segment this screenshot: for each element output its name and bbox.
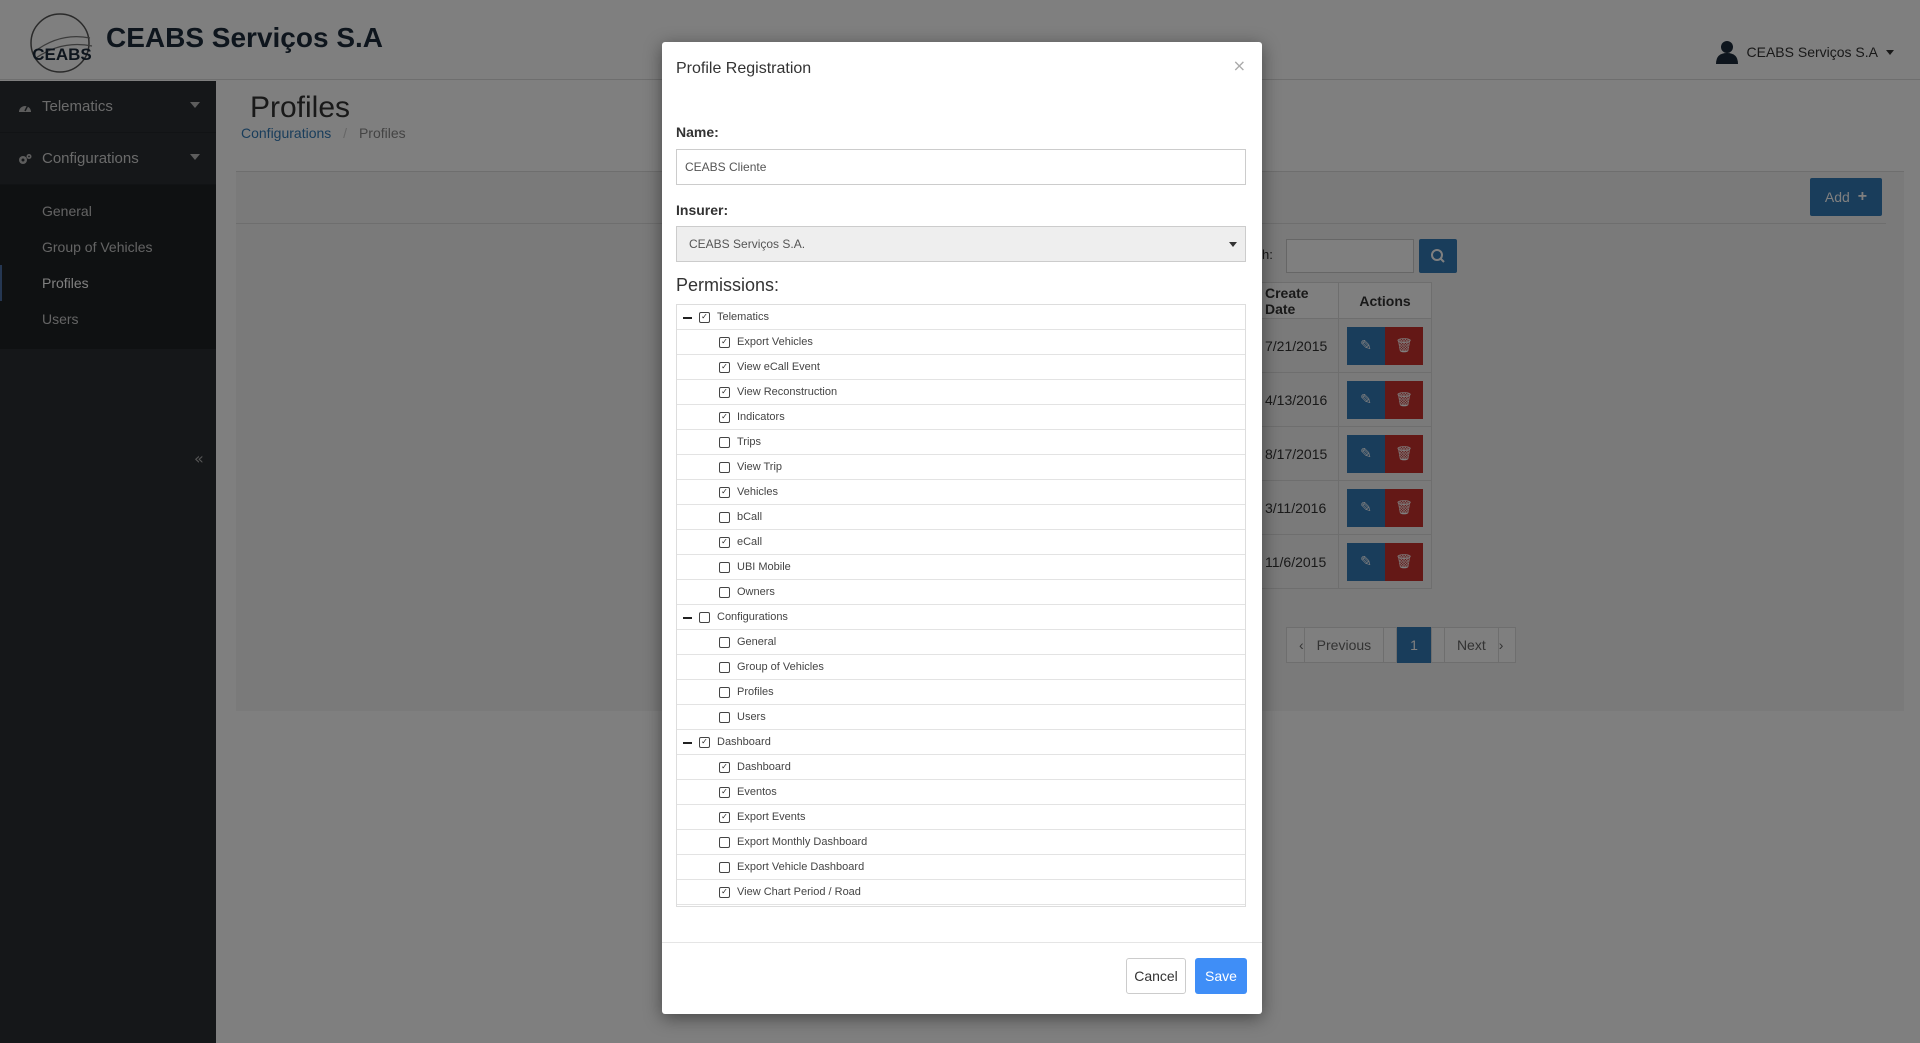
- permission-item-row: Profiles: [677, 680, 1245, 705]
- permission-item-row: ✓ Vehicles: [677, 480, 1245, 505]
- permission-label: Configurations: [717, 611, 788, 623]
- modal-footer-divider: [662, 942, 1262, 943]
- permission-label: Export Events: [737, 811, 806, 823]
- unchecked-checkbox[interactable]: [719, 586, 730, 598]
- permission-item-row: ✓ Dashboard: [677, 755, 1245, 780]
- checked-checkbox[interactable]: ✓: [699, 311, 710, 323]
- unchecked-checkbox[interactable]: [719, 511, 730, 523]
- unchecked-checkbox[interactable]: [719, 636, 730, 648]
- permission-label: bCall: [737, 511, 763, 523]
- checked-checkbox[interactable]: ✓: [719, 386, 730, 398]
- checked-checkbox[interactable]: ✓: [719, 486, 730, 498]
- permission-label: General: [737, 636, 777, 648]
- permission-item-row: ✓ eCall: [677, 530, 1245, 555]
- permission-label: eCall: [737, 536, 763, 548]
- unchecked-checkbox[interactable]: [719, 711, 730, 723]
- checked-checkbox[interactable]: ✓: [719, 411, 730, 423]
- permission-label: View Trip: [737, 461, 783, 473]
- profile-registration-modal: Profile Registration × Name: CEABS Clien…: [662, 42, 1262, 1014]
- permission-label: Vehicles: [737, 486, 778, 498]
- permission-item-row: ✓ View Reconstruction: [677, 380, 1245, 405]
- save-button[interactable]: Save: [1195, 958, 1247, 994]
- close-icon[interactable]: ×: [1233, 56, 1246, 75]
- permission-label: Owners: [737, 586, 775, 598]
- checked-checkbox[interactable]: ✓: [719, 786, 730, 798]
- unchecked-checkbox[interactable]: [719, 436, 730, 448]
- checked-checkbox[interactable]: ✓: [719, 336, 730, 348]
- permission-item-row: ✓ Eventos: [677, 780, 1245, 805]
- permission-label: Trips: [737, 436, 762, 448]
- permission-item-row: ✓ View eCall Event: [677, 355, 1245, 380]
- permission-group-row: ✓ Telematics: [677, 305, 1245, 330]
- permission-group-row: ✓ Dashboard: [677, 730, 1245, 755]
- permission-label: Telematics: [717, 311, 769, 323]
- permission-item-row: Group of Vehicles: [677, 655, 1245, 680]
- permission-label: Export Vehicles: [737, 336, 813, 348]
- unchecked-checkbox[interactable]: [719, 461, 730, 473]
- permission-item-row: Owners: [677, 580, 1245, 605]
- insurer-select[interactable]: CEABS Serviços S.A.: [676, 226, 1246, 262]
- unchecked-checkbox[interactable]: [699, 611, 710, 623]
- checked-checkbox[interactable]: ✓: [699, 736, 710, 748]
- collapse-minus-icon[interactable]: [683, 617, 692, 619]
- permissions-tree: ✓ Telematics ✓ Export Vehicles ✓ View eCall E…: [676, 304, 1246, 907]
- permission-item-row: ✓ Export Events: [677, 805, 1245, 830]
- permission-label: Eventos: [737, 786, 777, 798]
- insurer-label: Insurer:: [676, 202, 729, 218]
- permission-item-row: General: [677, 630, 1245, 655]
- unchecked-checkbox[interactable]: [719, 661, 730, 673]
- unchecked-checkbox[interactable]: [719, 561, 730, 573]
- permission-item-row: View Trip: [677, 455, 1245, 480]
- permission-item-row: Export Monthly Dashboard: [677, 830, 1245, 855]
- permission-label: Users: [737, 711, 766, 723]
- permission-label: View Chart Period / Road: [737, 886, 861, 898]
- name-field[interactable]: CEABS Cliente: [676, 149, 1246, 185]
- permission-label: View eCall Event: [737, 361, 820, 373]
- checked-checkbox[interactable]: ✓: [719, 761, 730, 773]
- permissions-label: Permissions:: [676, 275, 780, 295]
- permission-item-row: ✓ View Chart Period / Road: [677, 880, 1245, 905]
- permission-label: Dashboard: [737, 761, 791, 773]
- checked-checkbox[interactable]: ✓: [719, 536, 730, 548]
- permission-item-row: bCall: [677, 505, 1245, 530]
- name-label: Name:: [676, 124, 719, 140]
- permission-label: View Reconstruction: [737, 386, 838, 398]
- permission-item-row: Export Vehicle Dashboard: [677, 855, 1245, 880]
- cancel-button[interactable]: Cancel: [1126, 958, 1186, 994]
- permission-item-row: Trips: [677, 430, 1245, 455]
- permission-item-row: Users: [677, 705, 1245, 730]
- unchecked-checkbox[interactable]: [719, 861, 730, 873]
- collapse-minus-icon[interactable]: [683, 317, 692, 319]
- permission-item-row: ✓ Export Vehicles: [677, 330, 1245, 355]
- unchecked-checkbox[interactable]: [719, 836, 730, 848]
- permission-label: Profiles: [737, 686, 774, 698]
- modal-title: Profile Registration: [676, 60, 812, 77]
- permission-label: Dashboard: [717, 736, 771, 748]
- permission-item-row: ✓ Indicators: [677, 405, 1245, 430]
- insurer-selected-value: CEABS Serviços S.A.: [689, 237, 806, 251]
- permission-label: Group of Vehicles: [737, 661, 824, 673]
- permission-label: UBI Mobile: [737, 561, 791, 573]
- checked-checkbox[interactable]: ✓: [719, 811, 730, 823]
- permission-group-row: Configurations: [677, 605, 1245, 630]
- permission-label: Indicators: [737, 411, 785, 423]
- dropdown-arrow-icon: [1229, 242, 1237, 247]
- permission-item-row: UBI Mobile: [677, 555, 1245, 580]
- collapse-minus-icon[interactable]: [683, 742, 692, 744]
- checked-checkbox[interactable]: ✓: [719, 886, 730, 898]
- permission-label: Export Monthly Dashboard: [737, 836, 868, 848]
- checked-checkbox[interactable]: ✓: [719, 361, 730, 373]
- permission-label: Export Vehicle Dashboard: [737, 861, 865, 873]
- unchecked-checkbox[interactable]: [719, 686, 730, 698]
